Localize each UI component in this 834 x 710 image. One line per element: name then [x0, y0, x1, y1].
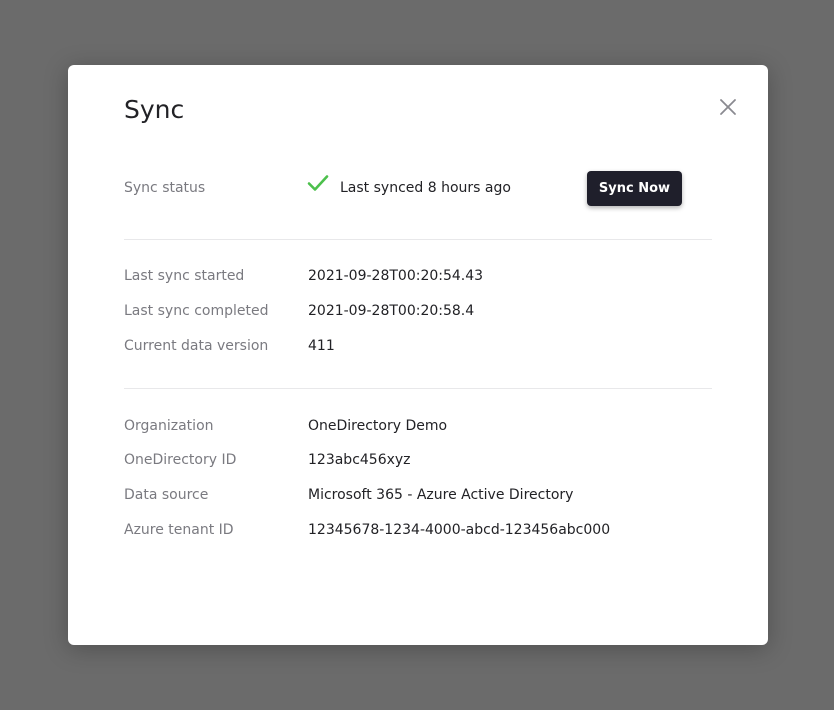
detail-value: 123abc456xyz: [308, 452, 411, 468]
sync-now-button[interactable]: Sync Now: [587, 171, 682, 206]
detail-label: Organization: [124, 418, 214, 434]
detail-row-data-source: Data source Microsoft 365 - Azure Active…: [124, 487, 712, 507]
sync-status-label: Sync status: [124, 180, 206, 196]
sync-modal: Sync Sync status Last synced 8 hours ago…: [68, 65, 768, 645]
detail-label: Azure tenant ID: [124, 522, 234, 538]
detail-row-onedirectory-id: OneDirectory ID 123abc456xyz: [124, 452, 712, 472]
detail-label: Last sync started: [124, 268, 245, 284]
detail-label: OneDirectory ID: [124, 452, 237, 468]
detail-row-organization: Organization OneDirectory Demo: [124, 418, 712, 438]
detail-label: Current data version: [124, 338, 269, 354]
checkmark-icon: [307, 175, 329, 191]
detail-row-last-sync-started: Last sync started 2021-09-28T00:20:54.43: [124, 268, 712, 288]
detail-value: 2021-09-28T00:20:54.43: [308, 268, 484, 284]
detail-row-azure-tenant-id: Azure tenant ID 12345678-1234-4000-abcd-…: [124, 522, 712, 542]
detail-value: OneDirectory Demo: [308, 418, 448, 434]
sync-status-value: Last synced 8 hours ago: [340, 180, 511, 196]
close-icon: [720, 99, 736, 115]
detail-value: 2021-09-28T00:20:58.4: [308, 303, 475, 319]
close-button[interactable]: [716, 95, 740, 119]
detail-value: Microsoft 365 - Azure Active Directory: [308, 487, 574, 503]
detail-label: Last sync completed: [124, 303, 269, 319]
detail-row-current-data-version: Current data version 411: [124, 338, 712, 358]
detail-row-last-sync-completed: Last sync completed 2021-09-28T00:20:58.…: [124, 303, 712, 323]
divider: [124, 239, 712, 240]
detail-value: 411: [308, 338, 335, 354]
divider: [124, 388, 712, 389]
detail-value: 12345678-1234-4000-abcd-123456abc000: [308, 522, 611, 538]
modal-title: Sync: [124, 95, 185, 124]
detail-label: Data source: [124, 487, 209, 503]
